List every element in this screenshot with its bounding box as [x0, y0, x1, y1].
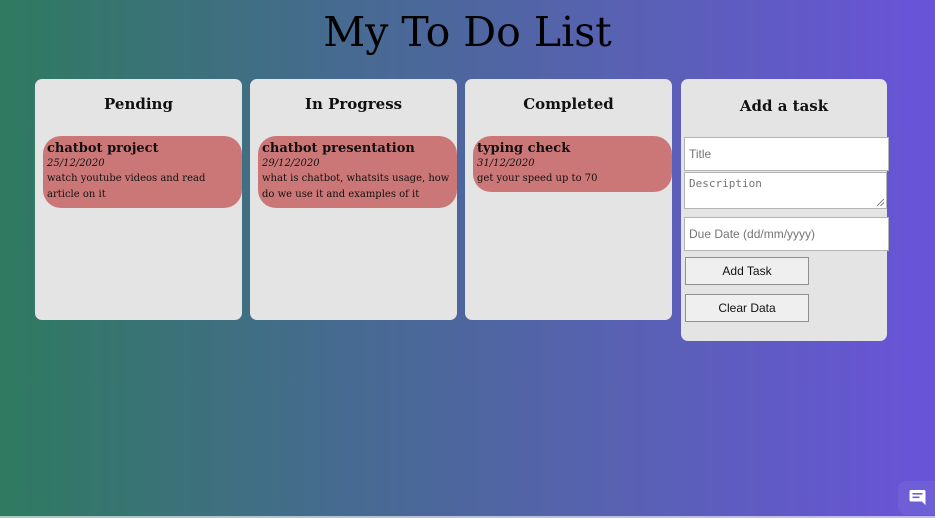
task-date: 29/12/2020	[262, 158, 320, 169]
resize-handle[interactable]	[877, 199, 884, 206]
page-title: My To Do List	[323, 8, 612, 56]
task-title: chatbot presentation	[262, 141, 415, 156]
column-heading-pending: Pending	[104, 95, 173, 113]
in-progress-column: In Progress chatbot presentation 29/12/2…	[250, 79, 457, 320]
title-input[interactable]: Title	[684, 137, 889, 171]
clear-data-button[interactable]: Clear Data	[685, 294, 809, 322]
task-title: typing check	[477, 141, 571, 156]
task-card[interactable]: typing check 31/12/2020 get your speed u…	[473, 136, 672, 192]
task-description: get your speed up to 70	[477, 173, 598, 184]
add-task-panel: Add a task Title Description Due Date (d…	[681, 79, 889, 341]
description-textarea[interactable]: Description	[684, 172, 887, 209]
column-heading-completed: Completed	[523, 95, 614, 113]
task-date: 31/12/2020	[477, 158, 535, 169]
task-description: what is chatbot, whatsits usage, how do …	[262, 173, 450, 200]
add-task-heading: Add a task	[739, 97, 829, 115]
task-card[interactable]: chatbot project 25/12/2020 watch youtube…	[43, 136, 242, 208]
task-title: chatbot project	[47, 141, 159, 156]
completed-column: Completed typing check 31/12/2020 get yo…	[465, 79, 672, 320]
task-description: watch youtube videos and read article on…	[47, 173, 206, 200]
task-card[interactable]: chatbot presentation 29/12/2020 what is …	[258, 136, 457, 208]
pending-column: Pending chatbot project 25/12/2020 watch…	[35, 79, 242, 320]
column-heading-in-progress: In Progress	[304, 95, 403, 113]
task-date: 25/12/2020	[47, 158, 105, 169]
due-date-input[interactable]: Due Date (dd/mm/yyyy)	[684, 217, 889, 251]
description-placeholder: Description	[689, 177, 762, 190]
chat-widget-button[interactable]	[898, 481, 935, 515]
add-task-button[interactable]: Add Task	[685, 257, 809, 285]
